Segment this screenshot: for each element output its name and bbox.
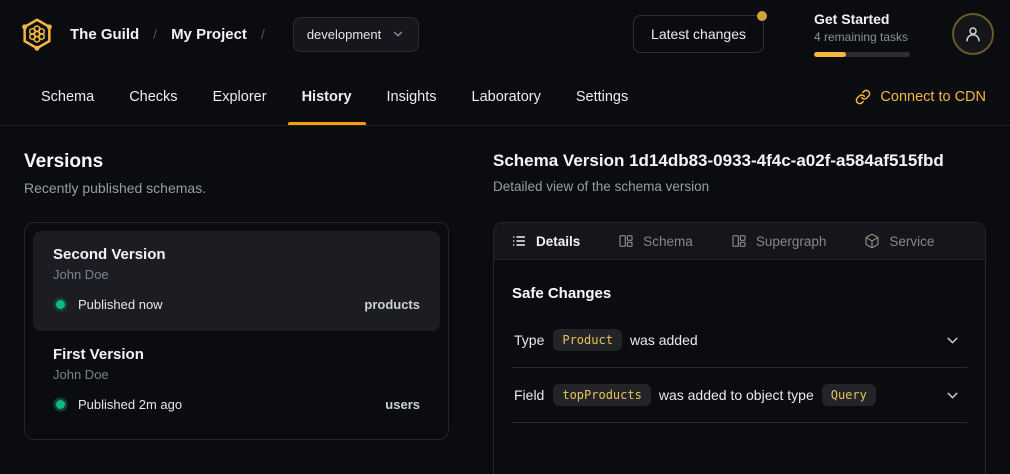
safe-changes-heading: Safe Changes (512, 285, 967, 302)
version-service-badge: products (364, 297, 420, 312)
get-started-widget[interactable]: Get Started 4 remaining tasks (814, 11, 910, 57)
list-icon (511, 233, 527, 249)
breadcrumb-separator: / (261, 26, 265, 42)
hive-logo-icon[interactable] (18, 15, 56, 53)
change-prefix: Field (514, 387, 544, 403)
chevron-down-icon[interactable] (944, 387, 961, 404)
detail-tab-label: Details (536, 234, 580, 249)
version-detail-card: Details Schema Supergraph (493, 222, 986, 474)
change-middle: was added to object type (659, 387, 814, 403)
breadcrumb-project[interactable]: My Project (171, 26, 247, 43)
chevron-down-icon (391, 27, 405, 41)
nav-tab-list: Schema Checks Explorer History Insights … (39, 68, 630, 125)
tab-insights[interactable]: Insights (385, 68, 439, 125)
detail-tab-service[interactable]: Service (864, 233, 934, 249)
version-service-badge: users (385, 397, 420, 412)
version-title: First Version (53, 346, 420, 363)
version-list-item[interactable]: First Version John Doe Published 2m ago … (33, 331, 440, 431)
version-status: Published 2m ago (78, 397, 182, 412)
connect-to-cdn-link[interactable]: Connect to CDN (855, 68, 986, 125)
get-started-title: Get Started (814, 11, 910, 27)
change-prefix: Type (514, 332, 544, 348)
main-nav: Schema Checks Explorer History Insights … (0, 68, 1010, 126)
change-row[interactable]: Type Product was added (512, 313, 967, 368)
latest-changes-button[interactable]: Latest changes (633, 15, 764, 53)
version-list-item[interactable]: Second Version John Doe Published now pr… (33, 231, 440, 331)
target-selector[interactable]: development (293, 17, 419, 52)
get-started-progress-track (814, 52, 910, 57)
get-started-progress-fill (814, 52, 846, 57)
tab-laboratory[interactable]: Laboratory (470, 68, 543, 125)
notification-dot (757, 11, 767, 21)
change-code-badge: topProducts (553, 384, 650, 406)
columns-icon (618, 233, 634, 249)
detail-tab-details[interactable]: Details (511, 233, 580, 249)
versions-title: Versions (24, 151, 449, 173)
change-code-badge: Query (822, 384, 876, 406)
tab-explorer[interactable]: Explorer (211, 68, 269, 125)
detail-tab-label: Service (889, 234, 934, 249)
tab-schema[interactable]: Schema (39, 68, 96, 125)
version-meta-row: Published now products (53, 297, 420, 312)
user-icon (964, 25, 982, 43)
change-middle: was added (630, 332, 698, 348)
version-author: John Doe (53, 267, 420, 282)
main-content: Versions Recently published schemas. Sec… (0, 126, 1010, 474)
versions-subtitle: Recently published schemas. (24, 180, 449, 196)
schema-version-subtitle: Detailed view of the schema version (493, 179, 986, 194)
breadcrumb-separator: / (153, 26, 157, 42)
link-icon (855, 89, 871, 105)
chevron-down-icon[interactable] (944, 332, 961, 349)
version-title: Second Version (53, 246, 420, 263)
versions-panel: Versions Recently published schemas. Sec… (24, 151, 449, 474)
latest-changes-label: Latest changes (651, 26, 746, 42)
change-row[interactable]: Field topProducts was added to object ty… (512, 368, 967, 423)
tab-history[interactable]: History (300, 68, 354, 125)
cube-icon (864, 233, 880, 249)
versions-list: Second Version John Doe Published now pr… (24, 222, 449, 440)
schema-version-title: Schema Version 1d14db83-0933-4f4c-a02f-a… (493, 151, 986, 171)
detail-tab-schema[interactable]: Schema (618, 233, 693, 249)
version-detail-panel: Schema Version 1d14db83-0933-4f4c-a02f-a… (493, 151, 986, 474)
tab-checks[interactable]: Checks (127, 68, 179, 125)
breadcrumb-org[interactable]: The Guild (70, 26, 139, 43)
version-author: John Doe (53, 367, 420, 382)
top-header: The Guild / My Project / development Lat… (0, 0, 1010, 68)
published-status-icon (56, 300, 65, 309)
target-selector-value: development (307, 27, 381, 42)
version-status: Published now (78, 297, 163, 312)
detail-tab-label: Supergraph (756, 234, 827, 249)
columns-icon (731, 233, 747, 249)
detail-tab-label: Schema (643, 234, 693, 249)
tab-settings[interactable]: Settings (574, 68, 630, 125)
change-code-badge: Product (553, 329, 622, 351)
published-status-icon (56, 400, 65, 409)
user-avatar[interactable] (952, 13, 994, 55)
detail-tab-supergraph[interactable]: Supergraph (731, 233, 827, 249)
detail-tab-bar: Details Schema Supergraph (494, 223, 985, 260)
get-started-subtitle: 4 remaining tasks (814, 30, 910, 44)
detail-body: Safe Changes Type Product was added Fiel… (494, 260, 985, 423)
version-meta-row: Published 2m ago users (53, 397, 420, 412)
connect-to-cdn-label: Connect to CDN (880, 89, 986, 105)
